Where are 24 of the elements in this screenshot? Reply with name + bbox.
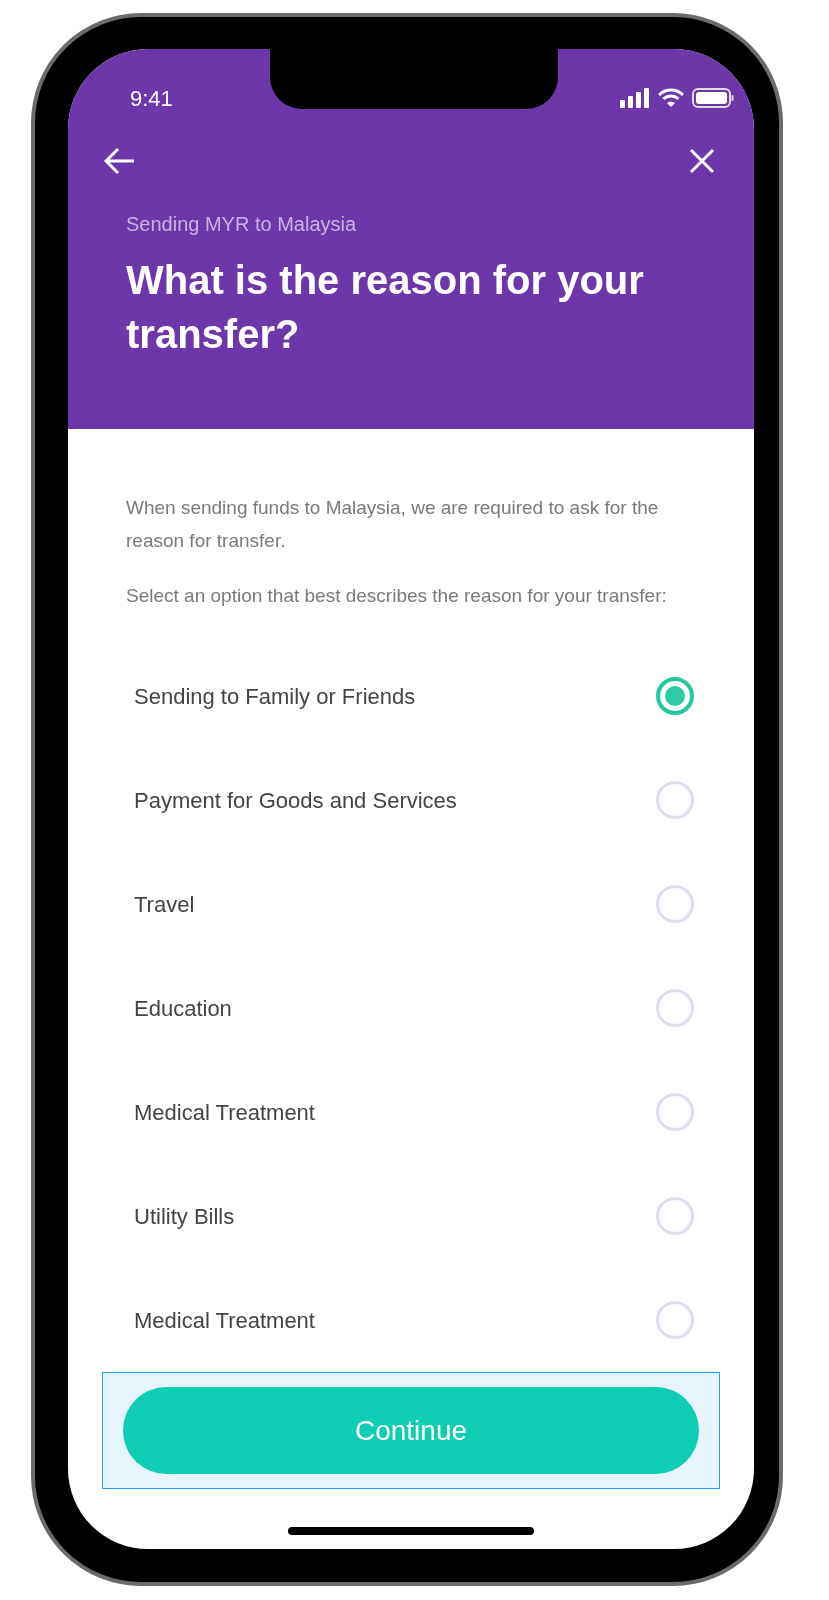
reason-option[interactable]: Medical Treatment — [126, 1060, 696, 1164]
reason-option[interactable]: Payment for Goods and Services — [126, 748, 696, 852]
intro-paragraph: Select an option that best describes the reason for your transfer: — [126, 584, 668, 608]
back-arrow-icon — [104, 147, 136, 175]
reason-option[interactable]: Sending to Family or Friends — [126, 644, 696, 748]
signal-icon — [620, 88, 650, 108]
close-icon — [689, 148, 715, 174]
header-title: What is the reason for your transfer? — [126, 257, 645, 358]
reason-option[interactable]: Utility Bills — [126, 1164, 696, 1268]
radio-button[interactable] — [656, 781, 694, 819]
radio-button[interactable] — [656, 885, 694, 923]
radio-button[interactable] — [656, 677, 694, 715]
reason-option[interactable]: Travel — [126, 852, 696, 956]
header-subtitle: Sending MYR to Malaysia — [126, 212, 358, 237]
radio-button[interactable] — [656, 1093, 694, 1131]
battery-icon — [692, 88, 734, 108]
reason-option[interactable]: Education — [126, 956, 696, 1060]
radio-button[interactable] — [656, 989, 694, 1027]
radio-button[interactable] — [656, 1197, 694, 1235]
radio-button[interactable] — [656, 1301, 694, 1339]
reason-option[interactable]: Medical Treatment — [126, 1268, 696, 1372]
wifi-icon — [658, 88, 684, 108]
status-time: 9:41 — [130, 84, 173, 113]
intro-paragraph: When sending funds to Malaysia, we are required to ask for the reason for transfer. — [126, 496, 660, 553]
